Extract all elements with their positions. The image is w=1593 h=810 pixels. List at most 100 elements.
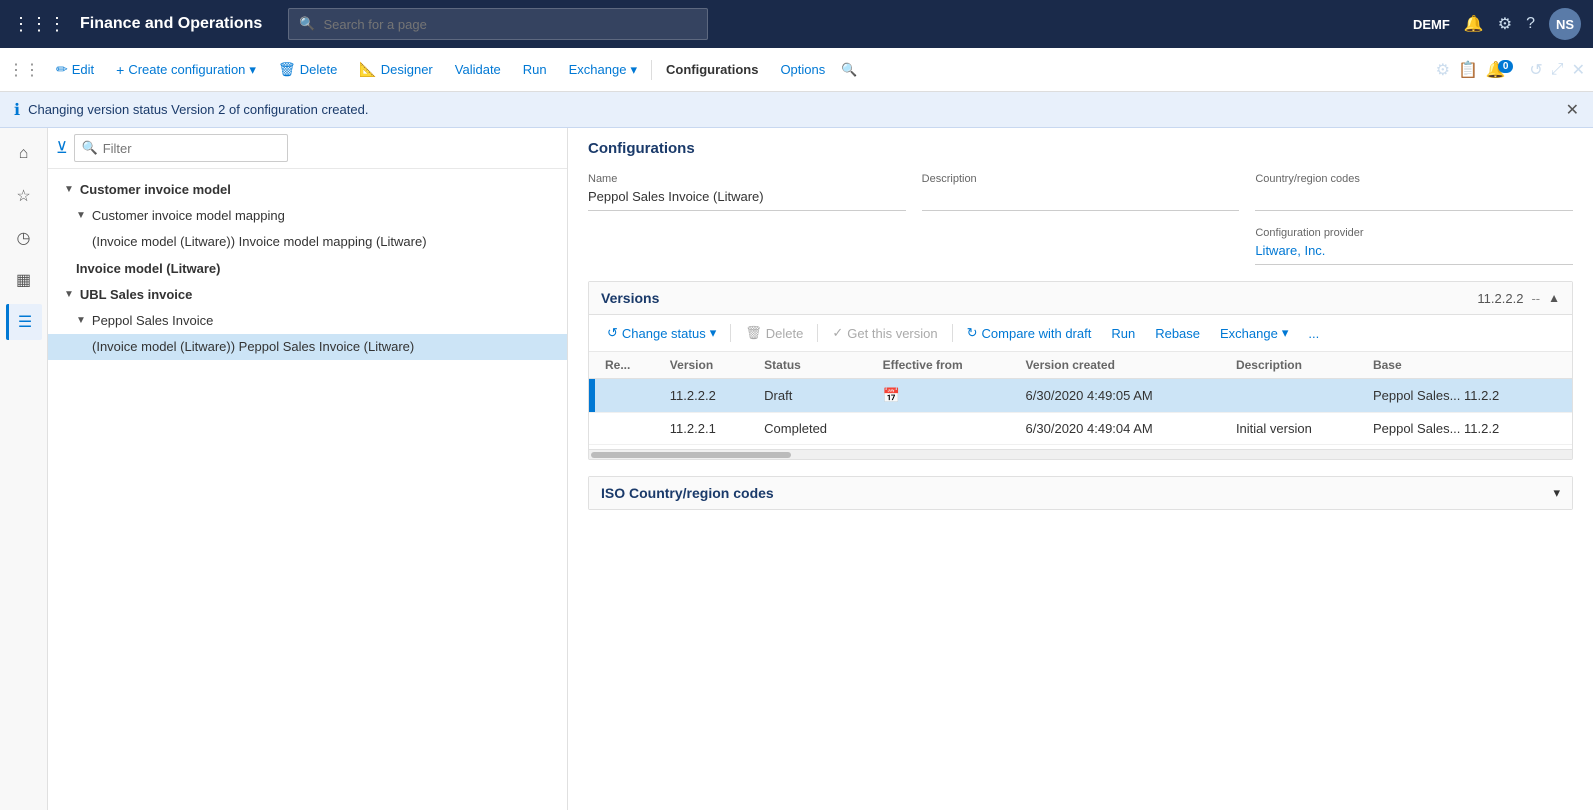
settings-icon[interactable]: ⚙ [1498,14,1512,34]
versions-more-button[interactable]: ... [1300,322,1327,345]
iso-section: ISO Country/region codes ▾ [588,476,1573,510]
tree-item[interactable]: Invoice model (Litware) [48,256,567,282]
v-sep-2 [817,324,818,342]
horizontal-scrollbar[interactable] [589,449,1572,459]
toolbar-view-icon[interactable]: 📋 [1458,60,1478,80]
col-version-created: Version created [1016,352,1226,379]
versions-header: Versions 11.2.2.2 -- ▲ [589,282,1572,315]
sidebar-icons: ⌂ ☆ ◷ ▦ ☰ [0,128,48,810]
calendar-icon[interactable]: 📅 [883,387,900,403]
help-icon[interactable]: ? [1526,15,1535,33]
v-sep-3 [952,324,953,342]
tree-item[interactable]: ▼ Customer invoice model [48,177,567,203]
versions-delete-button[interactable]: 🗑 Delete [737,321,811,345]
plus-icon: + [116,62,124,78]
tree-item-label: (Invoice model (Litware)) Invoice model … [92,233,427,251]
cell-version: 11.2.2.1 [660,413,754,445]
cell-status: Completed [754,413,872,445]
tree-filter-icon[interactable]: ⊻ [56,138,68,158]
cell-base-link[interactable]: Peppol Sales... [1373,421,1460,436]
create-config-button[interactable]: + Create configuration ▾ [106,57,266,83]
sidebar-list-icon[interactable]: ☰ [6,304,42,340]
expand-icon: ▼ [64,288,74,302]
iso-collapse-icon: ▾ [1553,485,1560,501]
tree-item-label: (Invoice model (Litware)) Peppol Sales I… [92,338,414,356]
cell-base-link[interactable]: Peppol Sales... [1373,388,1460,403]
toolbar-close-icon[interactable]: ✕ [1572,60,1585,80]
cell-effective-from: 📅 [873,379,1016,413]
toolbar-settings-icon[interactable]: ⚙ [1436,60,1450,80]
sidebar-clock-icon[interactable]: ◷ [6,220,42,256]
info-bar: ℹ Changing version status Version 2 of c… [0,92,1593,128]
sidebar-home-icon[interactable]: ⌂ [6,136,42,172]
search-icon: 🔍 [299,16,315,32]
app-title: Finance and Operations [80,15,262,33]
col-re: Re... [595,352,660,379]
change-status-chevron: ▾ [710,325,717,341]
iso-header[interactable]: ISO Country/region codes ▾ [589,477,1572,509]
table-row[interactable]: 11.2.2.2 Draft 📅 6/30/2020 4:49:05 AM Pe… [589,379,1572,413]
exchange-dropdown-icon: ▾ [1282,325,1289,341]
search-bar[interactable]: 🔍 [288,8,708,40]
tree-panel: ⊻ 🔍 ▼ Customer invoice model ▼ Customer … [48,128,568,810]
toolbar-icon-left[interactable]: ⋮⋮ [8,60,40,80]
search-input[interactable] [323,17,697,32]
run-button[interactable]: Run [513,57,557,82]
configurations-button[interactable]: Configurations [656,57,768,82]
delete-button[interactable]: 🗑 Delete [268,56,347,83]
tree-item-selected[interactable]: (Invoice model (Litware)) Peppol Sales I… [48,334,567,360]
toolbar-expand-icon[interactable]: ⤢ [1551,61,1564,79]
tree-item[interactable]: ▼ UBL Sales invoice [48,282,567,308]
toolbar-search-icon[interactable]: 🔍 [841,62,857,78]
tree-item-label: Customer invoice model [80,181,231,199]
change-status-button[interactable]: ↺ Change status ▾ [599,321,724,345]
toolbar-sep-1 [651,60,652,80]
options-button[interactable]: Options [770,57,835,82]
tree-item-label: UBL Sales invoice [80,286,192,304]
tree-item[interactable]: (Invoice model (Litware)) Invoice model … [48,229,567,255]
name-label: Name [588,173,906,185]
designer-button[interactable]: 📐 Designer [349,56,442,83]
config-provider-value[interactable]: Litware, Inc. [1255,243,1573,265]
versions-exchange-button[interactable]: Exchange ▾ [1212,321,1296,345]
filter-input[interactable] [74,134,288,162]
toolbar-notification-icon[interactable]: 🔔0 [1486,60,1521,80]
get-this-version-button[interactable]: ✓ Get this version [824,321,945,345]
app-grid-icon[interactable]: ⋮⋮⋮ [12,14,66,35]
versions-collapse-btn[interactable]: ▲ [1548,291,1560,305]
tree-item[interactable]: ▼ Peppol Sales Invoice [48,308,567,334]
avatar[interactable]: NS [1549,8,1581,40]
toolbar-refresh-icon[interactable]: ↺ [1529,60,1542,80]
col-base: Base [1363,352,1572,379]
iso-title: ISO Country/region codes [601,485,1553,501]
rebase-button[interactable]: Rebase [1147,322,1208,345]
env-label: DEMF [1413,17,1450,32]
description-value [922,189,1240,211]
table-row[interactable]: 11.2.2.1 Completed 6/30/2020 4:49:04 AM … [589,413,1572,445]
tree-item[interactable]: ▼ Customer invoice model mapping [48,203,567,229]
tree-item-label: Peppol Sales Invoice [92,312,213,330]
cell-version: 11.2.2.2 [660,379,754,413]
tree-item-label: Customer invoice model mapping [92,207,285,225]
config-provider-field: Configuration provider Litware, Inc. [1255,227,1573,265]
versions-dash: -- [1531,291,1540,306]
sidebar-star-icon[interactable]: ☆ [6,178,42,214]
edit-button[interactable]: ✏ Edit [46,56,104,83]
cell-re [595,379,660,413]
sidebar-grid-icon[interactable]: ▦ [6,262,42,298]
validate-button[interactable]: Validate [445,57,511,82]
info-message: Changing version status Version 2 of con… [28,102,368,117]
cell-status: Draft [754,379,872,413]
detail-panel: Configurations Name Peppol Sales Invoice… [568,128,1593,810]
info-bar-close[interactable]: ✕ [1566,100,1579,120]
expand-icon: ▼ [76,209,86,223]
info-icon: ℹ [14,100,20,120]
cell-effective-from [873,413,1016,445]
scroll-thumb[interactable] [591,452,791,458]
exchange-button[interactable]: Exchange ▾ [559,57,647,83]
name-field: Name Peppol Sales Invoice (Litware) [588,173,906,211]
notification-icon[interactable]: 🔔 [1464,14,1484,34]
versions-run-button[interactable]: Run [1103,322,1143,345]
country-region-field: Country/region codes [1255,173,1573,211]
compare-with-draft-button[interactable]: ↻ Compare with draft [959,321,1100,345]
